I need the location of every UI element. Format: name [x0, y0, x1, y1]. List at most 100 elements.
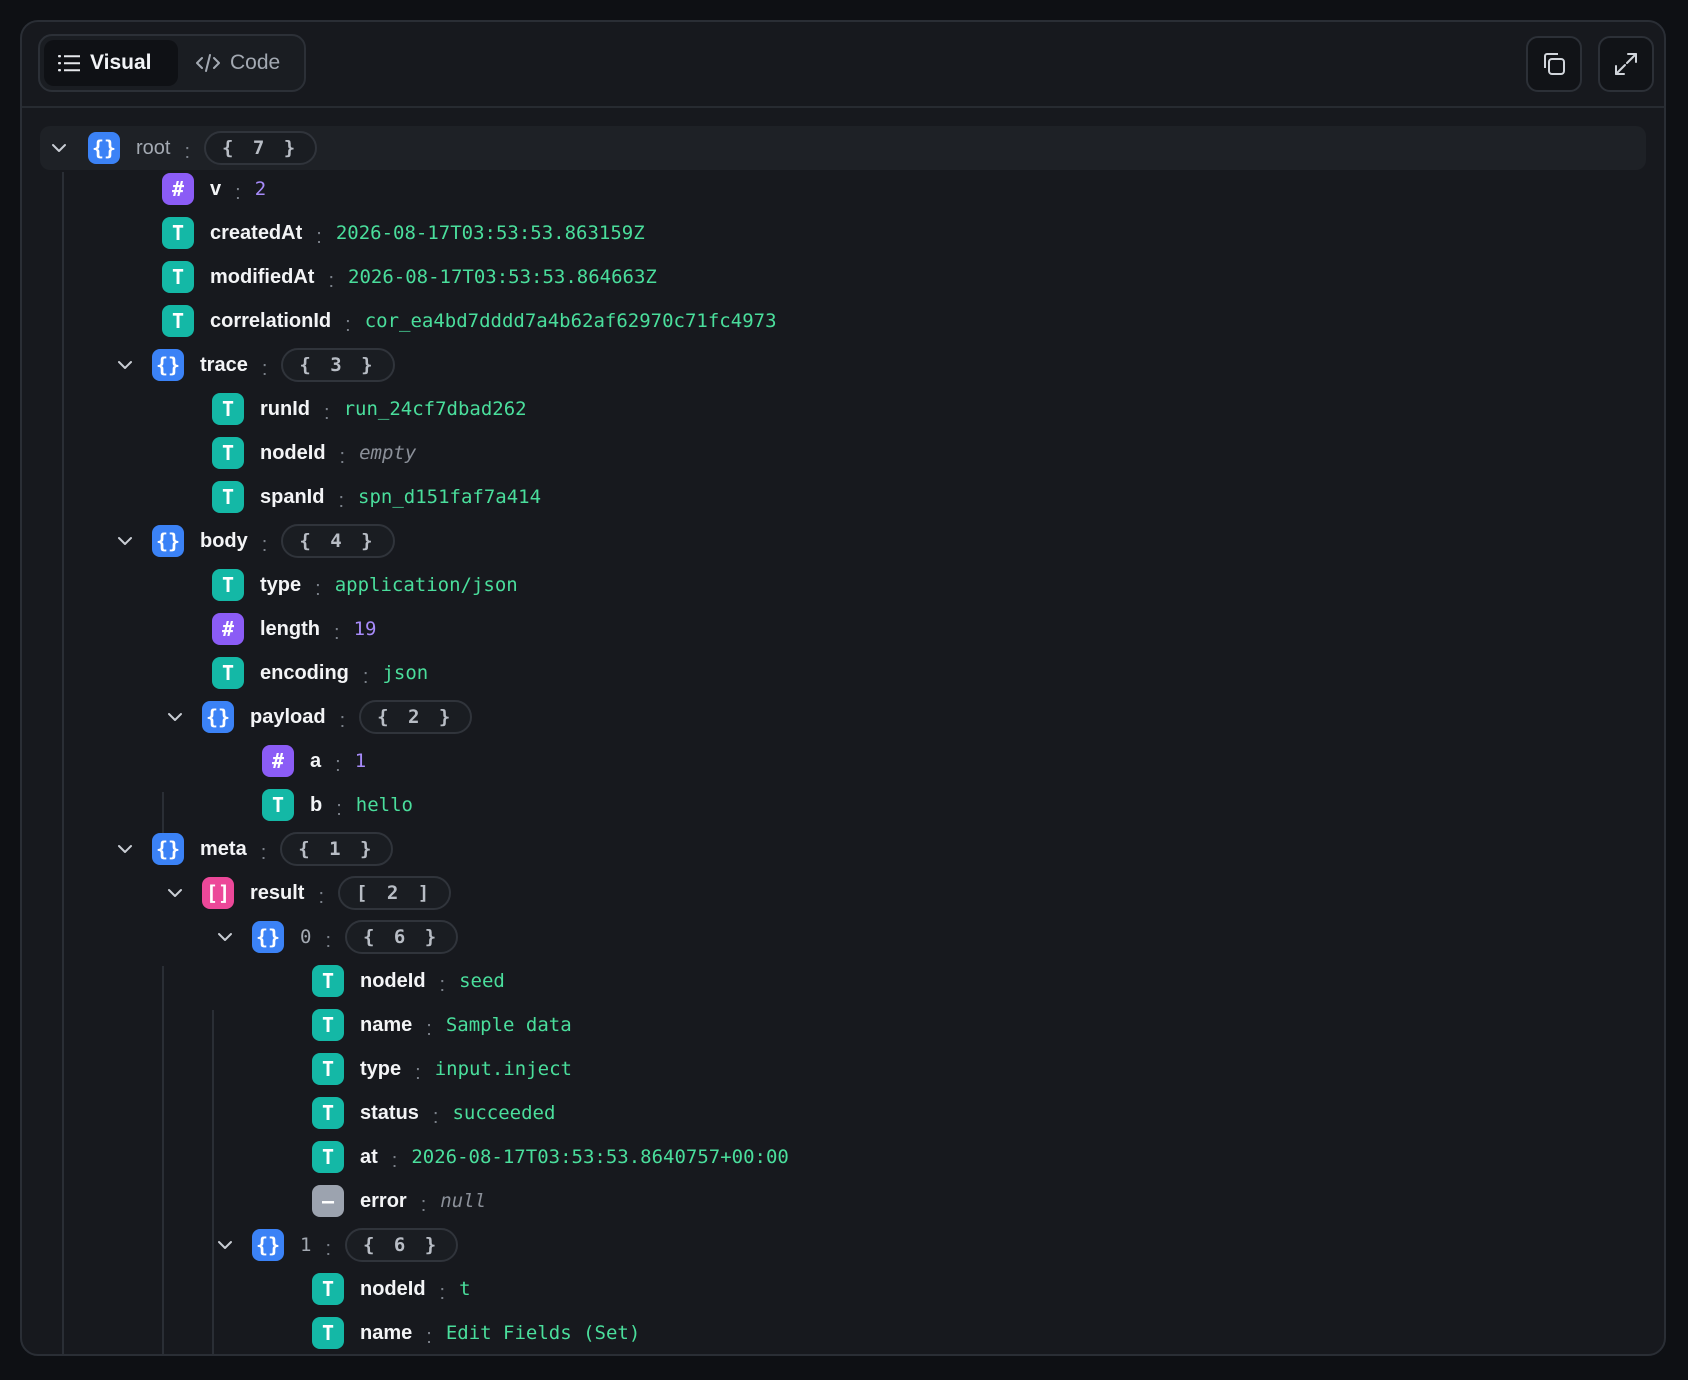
chevron-down-icon[interactable]	[48, 137, 70, 159]
tree-node-a[interactable]: # a : 1	[262, 739, 366, 783]
code-tab-label: Code	[230, 51, 281, 74]
node-key: nodeId	[360, 969, 426, 992]
string-type-icon: T	[312, 1009, 344, 1041]
node-key: nodeId	[360, 1277, 426, 1300]
node-key: type	[260, 573, 302, 596]
node-value: application/json	[334, 574, 518, 596]
node-key: trace	[200, 353, 248, 376]
tree-node-root[interactable]: {} root : { 7 }	[40, 126, 1646, 170]
tree-node-name[interactable]: T name : Sample data	[312, 1003, 572, 1047]
tree-node-b[interactable]: T b : hello	[262, 783, 413, 827]
node-key: v	[210, 177, 222, 200]
node-key: payload	[250, 705, 326, 728]
node-key: 0	[300, 926, 312, 948]
tree-node-error[interactable]: — error : null	[312, 1179, 486, 1223]
tree-node-result[interactable]: [] result : [ 2 ]	[164, 871, 452, 915]
chevron-down-icon[interactable]	[164, 706, 186, 728]
toolbar: Visual Code	[22, 22, 1664, 108]
json-tree: {} root : { 7 } # v : 2 T createdAt : 20…	[22, 114, 1664, 1354]
tree-node-body[interactable]: {} body : { 4 }	[114, 519, 395, 563]
node-key: result	[250, 881, 305, 904]
child-count-badge: { 4 }	[281, 524, 395, 558]
string-type-icon: T	[212, 437, 244, 469]
tree-node-nodeId[interactable]: T nodeId : empty	[212, 431, 416, 475]
child-count-badge: { 3 }	[281, 348, 395, 382]
object-type-icon: {}	[152, 833, 184, 865]
tree-node-modifiedAt[interactable]: T modifiedAt : 2026-08-17T03:53:53.86466…	[162, 255, 657, 299]
tree-node-meta[interactable]: {} meta : { 1 }	[114, 827, 394, 871]
node-key: nodeId	[260, 441, 326, 464]
node-key: length	[260, 617, 320, 640]
string-type-icon: T	[312, 1317, 344, 1349]
node-value: empty	[359, 442, 417, 464]
tree-node-payload[interactable]: {} payload : { 2 }	[164, 695, 473, 739]
node-key: name	[360, 1013, 413, 1036]
node-value: 2026-08-17T03:53:53.864663Z	[348, 266, 657, 288]
node-key: b	[310, 793, 323, 816]
expand-button[interactable]	[1598, 36, 1654, 92]
tree-node-at[interactable]: T at : 2026-08-17T03:53:53.8640757+00:00	[312, 1135, 789, 1179]
node-value: Edit Fields (Set)	[445, 1322, 641, 1344]
tree-node-item-1[interactable]: {} 1 : { 6 }	[214, 1223, 459, 1267]
node-key: encoding	[260, 661, 349, 684]
object-type-icon: {}	[252, 921, 284, 953]
node-key: meta	[200, 837, 247, 860]
tree-node-correlationId[interactable]: T correlationId : cor_ea4bd7dddd7a4b62af…	[162, 299, 777, 343]
expand-icon	[1615, 53, 1637, 75]
node-key: a	[310, 749, 322, 772]
tree-node-nodeId[interactable]: T nodeId : t	[312, 1267, 471, 1311]
tree-node-createdAt[interactable]: T createdAt : 2026-08-17T03:53:53.863159…	[162, 211, 645, 255]
number-type-icon: #	[162, 173, 194, 205]
tree-node-status[interactable]: T status : succeeded	[312, 1091, 555, 1135]
child-count-badge: { 6 }	[345, 1228, 459, 1262]
node-key: runId	[260, 397, 310, 420]
child-count-badge: { 2 }	[359, 700, 473, 734]
node-key: correlationId	[210, 309, 332, 332]
tree-node-type[interactable]: T type : input.inject	[312, 1047, 572, 1091]
chevron-down-icon[interactable]	[214, 1234, 236, 1256]
node-value: hello	[355, 794, 413, 816]
code-tab[interactable]: Code	[182, 40, 300, 86]
visual-tab-label: Visual	[90, 51, 152, 74]
tree-node-encoding[interactable]: T encoding : json	[212, 651, 428, 695]
node-value: 19	[353, 618, 377, 640]
node-key: modifiedAt	[210, 265, 315, 288]
chevron-down-icon[interactable]	[214, 926, 236, 948]
chevron-down-icon[interactable]	[164, 882, 186, 904]
chevron-down-icon[interactable]	[114, 354, 136, 376]
chevron-down-icon[interactable]	[114, 838, 136, 860]
string-type-icon: T	[212, 569, 244, 601]
chevron-down-icon[interactable]	[114, 530, 136, 552]
node-key: type	[360, 1057, 402, 1080]
string-type-icon: T	[162, 305, 194, 337]
tree-node-v[interactable]: # v : 2	[162, 167, 266, 211]
node-value: json	[382, 662, 429, 684]
tree-node-spanId[interactable]: T spanId : spn_d151faf7a414	[212, 475, 541, 519]
node-value: null	[440, 1190, 487, 1212]
visual-tab[interactable]: Visual	[44, 40, 178, 86]
node-value: 2026-08-17T03:53:53.863159Z	[335, 222, 645, 244]
tree-node-length[interactable]: # length : 19	[212, 607, 376, 651]
tree-node-nodeId[interactable]: T nodeId : seed	[312, 959, 505, 1003]
view-mode-toggle: Visual Code	[38, 34, 306, 92]
string-type-icon: T	[312, 965, 344, 997]
child-count-badge: { 6 }	[345, 920, 459, 954]
list-icon	[58, 55, 80, 72]
code-icon	[196, 54, 220, 72]
string-type-icon: T	[162, 217, 194, 249]
tree-node-name[interactable]: T name : Edit Fields (Set)	[312, 1311, 641, 1354]
copy-button[interactable]	[1526, 36, 1582, 92]
string-type-icon: T	[212, 657, 244, 689]
object-type-icon: {}	[152, 349, 184, 381]
node-value: seed	[459, 970, 505, 992]
tree-node-type[interactable]: T type : application/json	[212, 563, 518, 607]
tree-node-item-0[interactable]: {} 0 : { 6 }	[214, 915, 459, 959]
child-count-badge: { 7 }	[204, 131, 318, 165]
tree-node-runId[interactable]: T runId : run_24cf7dbad262	[212, 387, 527, 431]
copy-icon	[1544, 53, 1565, 75]
indent-guide	[62, 172, 64, 1354]
node-key: at	[360, 1145, 378, 1168]
object-type-icon: {}	[152, 525, 184, 557]
tree-node-trace[interactable]: {} trace : { 3 }	[114, 343, 395, 387]
string-type-icon: T	[312, 1273, 344, 1305]
